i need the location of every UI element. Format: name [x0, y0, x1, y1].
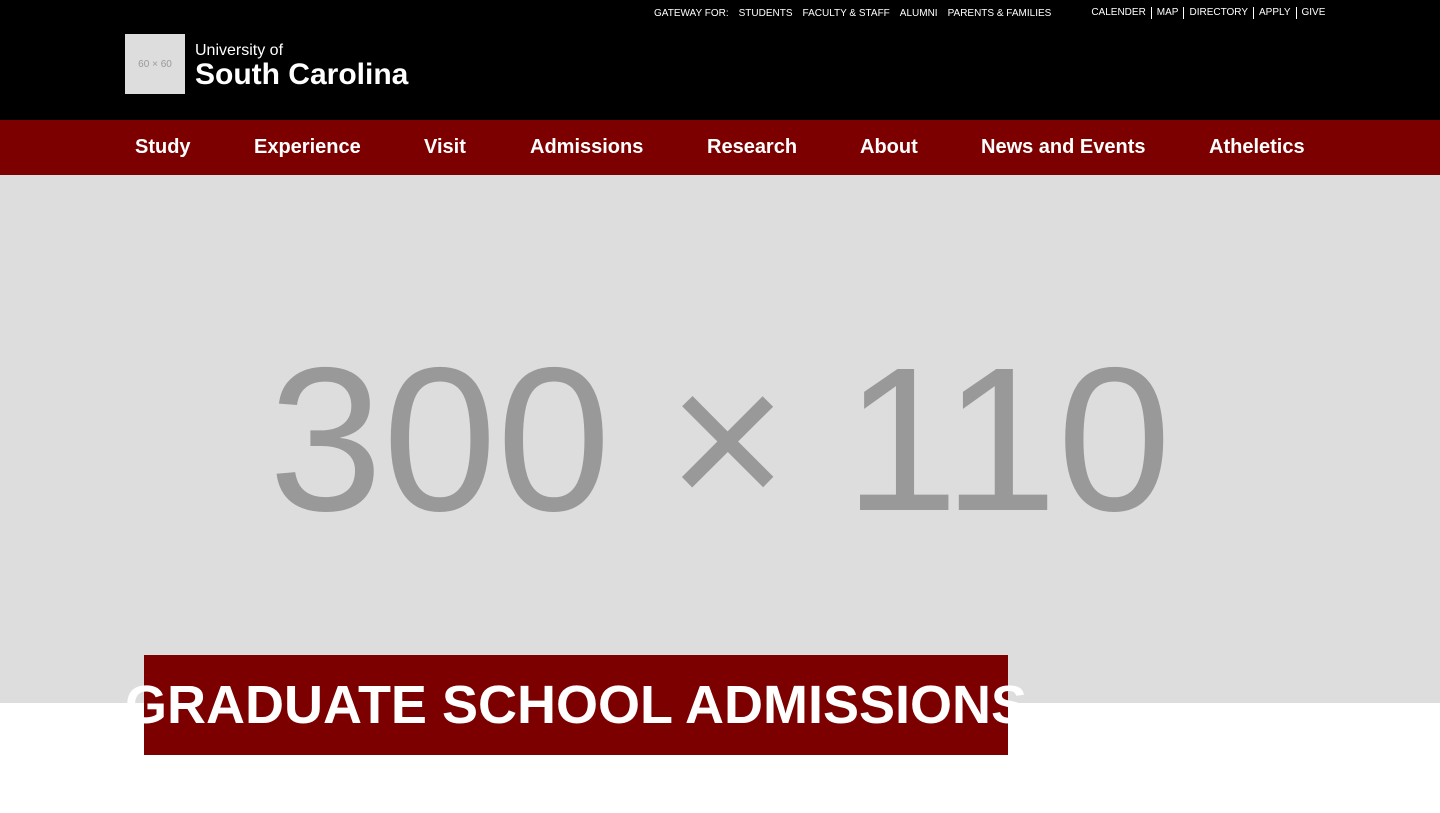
main-navigation: Study Experience Visit Admissions Resear… — [0, 120, 1440, 175]
gateway-link-parents-families[interactable]: PARENTS & FAMILIES — [948, 8, 1052, 19]
nav-item-about[interactable]: About — [860, 120, 918, 175]
nav-item-visit[interactable]: Visit — [424, 120, 466, 175]
quick-link-directory[interactable]: DIRECTORY — [1183, 7, 1253, 19]
gateway-link-students[interactable]: STUDENTS — [739, 8, 793, 19]
nav-item-research[interactable]: Research — [707, 120, 797, 175]
quick-link-apply[interactable]: APPLY — [1253, 7, 1296, 19]
nav-item-study[interactable]: Study — [135, 120, 191, 175]
top-header: GATEWAY FOR: STUDENTS FACULTY & STAFF AL… — [0, 0, 1440, 120]
nav-item-news-and-events[interactable]: News and Events — [981, 120, 1146, 175]
quick-link-give[interactable]: GIVE — [1295, 7, 1325, 19]
nav-item-atheletics[interactable]: Atheletics — [1209, 120, 1305, 175]
hero-placeholder-label: 300 × 110 — [268, 325, 1172, 554]
quick-links: CALENDER MAP DIRECTORY APPLY GIVE — [1091, 7, 1325, 19]
gateway-link-alumni[interactable]: ALUMNI — [900, 8, 938, 19]
brand-wordmark: University of South Carolina — [195, 42, 408, 90]
nav-item-admissions[interactable]: Admissions — [530, 120, 643, 175]
page-title: GRADUATE SCHOOL ADMISSIONS — [124, 675, 1028, 735]
quick-link-map[interactable]: MAP — [1150, 7, 1184, 19]
logo-placeholder-image: 60 × 60 — [125, 34, 185, 94]
gateway-link-faculty-staff[interactable]: FACULTY & STAFF — [803, 8, 890, 19]
brand-line-2: South Carolina — [195, 58, 409, 91]
page-title-banner: GRADUATE SCHOOL ADMISSIONS — [125, 655, 1027, 755]
quick-link-calender[interactable]: CALENDER — [1091, 7, 1150, 19]
gateway-label: GATEWAY FOR: — [654, 7, 729, 19]
university-brand-link[interactable]: 60 × 60 University of South Carolina — [125, 34, 408, 94]
utility-bar: GATEWAY FOR: STUDENTS FACULTY & STAFF AL… — [654, 7, 1325, 19]
hero-placeholder-image: 300 × 110 — [0, 175, 1440, 703]
nav-item-experience[interactable]: Experience — [254, 120, 361, 175]
